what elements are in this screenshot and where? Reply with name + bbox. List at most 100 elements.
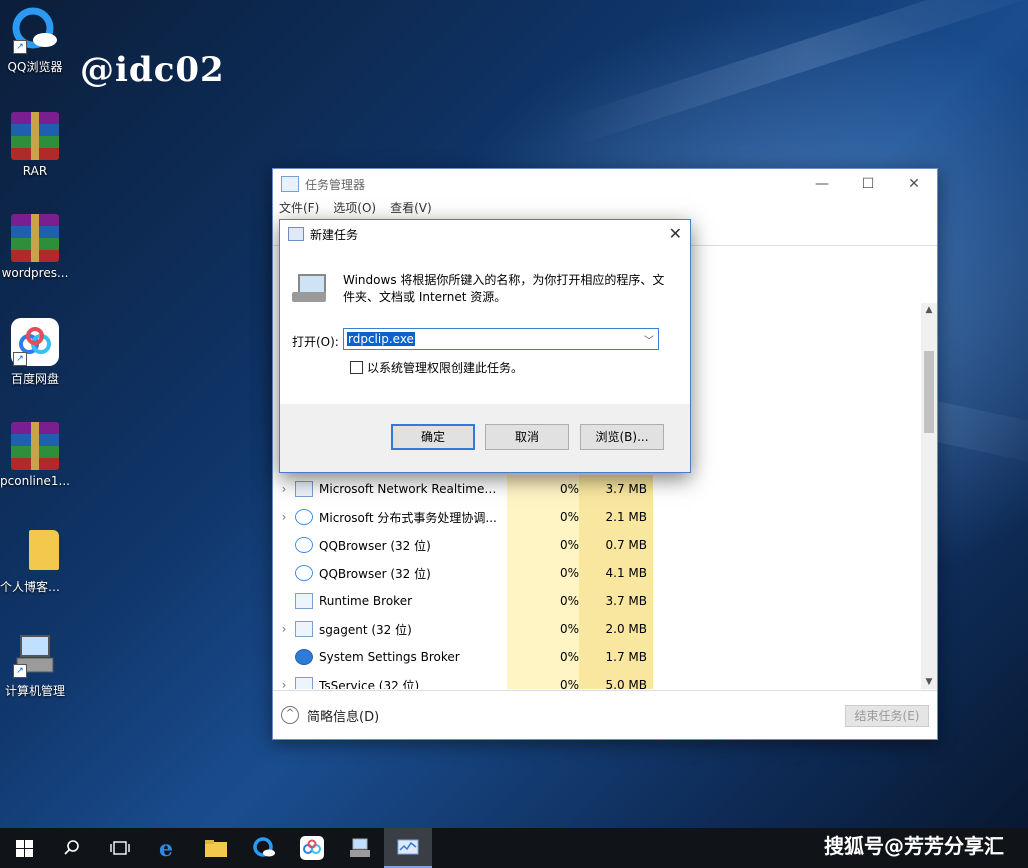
menu-options[interactable]: 选项(O): [333, 199, 376, 219]
process-memory: 2.0 MB: [605, 622, 647, 636]
qq-browser-icon: [295, 565, 313, 581]
taskbar-task-manager[interactable]: [384, 828, 432, 868]
table-row[interactable]: Runtime Broker 0% 3.7 MB: [273, 587, 921, 615]
admin-privileges-checkbox[interactable]: 以系统管理权限创建此任务。: [350, 359, 523, 376]
minimize-button[interactable]: —: [799, 169, 845, 199]
chevron-down-icon[interactable]: ﹀: [644, 332, 654, 347]
table-row[interactable]: System Settings Broker 0% 1.7 MB: [273, 643, 921, 671]
process-cpu: 0%: [559, 650, 579, 664]
process-name: System Settings Broker: [319, 650, 460, 664]
process-name: TsService (32 位): [319, 678, 420, 690]
desktop-icon-label: 个人博客网站: [0, 580, 70, 594]
open-input[interactable]: rdpclip.exe ﹀: [343, 328, 659, 350]
expand-chevron-icon[interactable]: ›: [273, 678, 295, 689]
expand-chevron-icon[interactable]: ›: [273, 622, 295, 636]
qq-browser-icon: [253, 837, 275, 857]
desktop-icon-qq-browser[interactable]: ↗ QQ浏览器: [0, 6, 70, 75]
svg-text:e: e: [159, 836, 173, 860]
task-manager-title: 任务管理器: [305, 177, 366, 192]
winrar-archive-icon: [11, 214, 59, 262]
computer-management-icon: ↗: [11, 630, 59, 678]
close-icon[interactable]: ✕: [669, 224, 682, 243]
table-row[interactable]: QQBrowser (32 位) 0% 4.1 MB: [273, 559, 921, 587]
desktop-icon-baidu-netdisk[interactable]: ↗ 百度网盘: [0, 318, 70, 387]
dialog-description: Windows 将根据你所键入的名称，为你打开相应的程序、文件夹、文档或 Int…: [343, 273, 665, 304]
desktop-icon-wordpress[interactable]: wordpres...: [0, 214, 70, 280]
dialog-titlebar[interactable]: 新建任务: [280, 220, 690, 248]
open-label: 打开(O):: [292, 335, 339, 349]
edge-icon: e: [159, 836, 173, 860]
process-memory: 0.7 MB: [605, 538, 647, 552]
process-icon: [295, 621, 313, 637]
browse-button[interactable]: 浏览(B)...: [580, 424, 664, 450]
process-cpu: 0%: [559, 622, 579, 636]
task-view-icon: [110, 841, 130, 855]
taskbar-edge[interactable]: e: [144, 828, 192, 868]
desktop-icon-label: 计算机管理: [4, 684, 65, 698]
expand-chevron-icon[interactable]: ›: [273, 482, 295, 496]
menu-view[interactable]: 查看(V): [390, 199, 432, 219]
maximize-button[interactable]: ☐: [845, 169, 891, 199]
desktop-icon-label: wordpres...: [1, 266, 69, 280]
chevron-up-icon: ^: [281, 706, 299, 724]
baidu-netdisk-icon: ↗: [11, 318, 59, 366]
table-row[interactable]: QQBrowser (32 位) 0% 0.7 MB: [273, 531, 921, 559]
process-memory: 5.0 MB: [605, 678, 647, 689]
table-row[interactable]: › sgagent (32 位) 0% 2.0 MB: [273, 615, 921, 643]
desktop-icon-label: pconline1...: [0, 474, 70, 488]
checkbox-box[interactable]: [350, 361, 363, 374]
task-manager-footer: ^ 简略信息(D) 结束任务(E): [273, 690, 937, 739]
process-memory: 3.7 MB: [605, 482, 647, 496]
scroll-up-arrow-icon[interactable]: ▲: [921, 305, 937, 315]
process-cpu: 0%: [559, 510, 579, 524]
desktop-icon-label: 百度网盘: [10, 372, 59, 386]
process-memory: 3.7 MB: [605, 594, 647, 608]
start-button[interactable]: [0, 828, 48, 868]
search-button[interactable]: [48, 828, 96, 868]
desktop-icon-rar[interactable]: RAR: [0, 112, 70, 178]
table-row[interactable]: › TsService (32 位) 0% 5.0 MB: [273, 671, 921, 689]
vertical-scrollbar[interactable]: ▲ ▼: [921, 303, 937, 689]
process-cpu: 0%: [559, 482, 579, 496]
qq-browser-icon: ↗: [11, 6, 59, 54]
desktop-icon-label: RAR: [22, 164, 48, 178]
taskbar-qq-browser[interactable]: [240, 828, 288, 868]
process-name: Microsoft 分布式事务处理协调...: [319, 510, 497, 525]
taskbar-baidu-netdisk[interactable]: [288, 828, 336, 868]
folder-icon: [11, 526, 59, 574]
task-view-button[interactable]: [96, 828, 144, 868]
expand-chevron-icon[interactable]: ›: [273, 510, 295, 524]
desktop-icon-pconline[interactable]: pconline1...: [0, 422, 70, 488]
create-new-task-dialog: 新建任务 ✕ Windows 将根据你所键入的名称，为你打开相应的程序、文件夹、…: [279, 219, 691, 473]
checkbox-label: 以系统管理权限创建此任务。: [367, 361, 524, 375]
desktop-icon-blog-folder[interactable]: 个人博客网站: [0, 526, 70, 595]
process-cpu: 0%: [559, 594, 579, 608]
close-button[interactable]: ✕: [891, 169, 937, 199]
cancel-button[interactable]: 取消: [485, 424, 569, 450]
computer-management-icon: [350, 838, 370, 857]
scroll-down-arrow-icon[interactable]: ▼: [921, 677, 937, 687]
taskbar-computer-management[interactable]: [336, 828, 384, 868]
taskbar-file-explorer[interactable]: [192, 828, 240, 868]
gear-icon: [295, 649, 313, 665]
baidu-netdisk-icon: [300, 836, 324, 860]
task-manager-icon: [281, 176, 299, 192]
winrar-icon: [11, 112, 59, 160]
menu-file[interactable]: 文件(F): [279, 199, 319, 219]
end-task-button[interactable]: 结束任务(E): [845, 705, 929, 727]
dialog-title: 新建任务: [310, 227, 359, 242]
process-cpu: 0%: [559, 678, 579, 689]
table-row[interactable]: › Microsoft Network Realtime ... 0% 3.7 …: [273, 475, 921, 503]
process-icon: [295, 593, 313, 609]
process-cpu: 0%: [559, 538, 579, 552]
process-list: › Microsoft Network Realtime ... 0% 3.7 …: [273, 475, 921, 689]
desktop-icon-computer-management[interactable]: ↗ 计算机管理: [0, 630, 70, 699]
ok-button[interactable]: 确定: [391, 424, 475, 450]
fewer-details-label: 简略信息(D): [307, 709, 380, 725]
scrollbar-thumb[interactable]: [924, 351, 934, 433]
process-name: Runtime Broker: [319, 594, 413, 608]
dialog-footer: 确定 取消 浏览(B)...: [280, 404, 690, 472]
process-memory: 4.1 MB: [605, 566, 647, 580]
table-row[interactable]: › Microsoft 分布式事务处理协调... 0% 2.1 MB: [273, 503, 921, 531]
fewer-details-button[interactable]: ^ 简略信息(D): [281, 706, 379, 725]
